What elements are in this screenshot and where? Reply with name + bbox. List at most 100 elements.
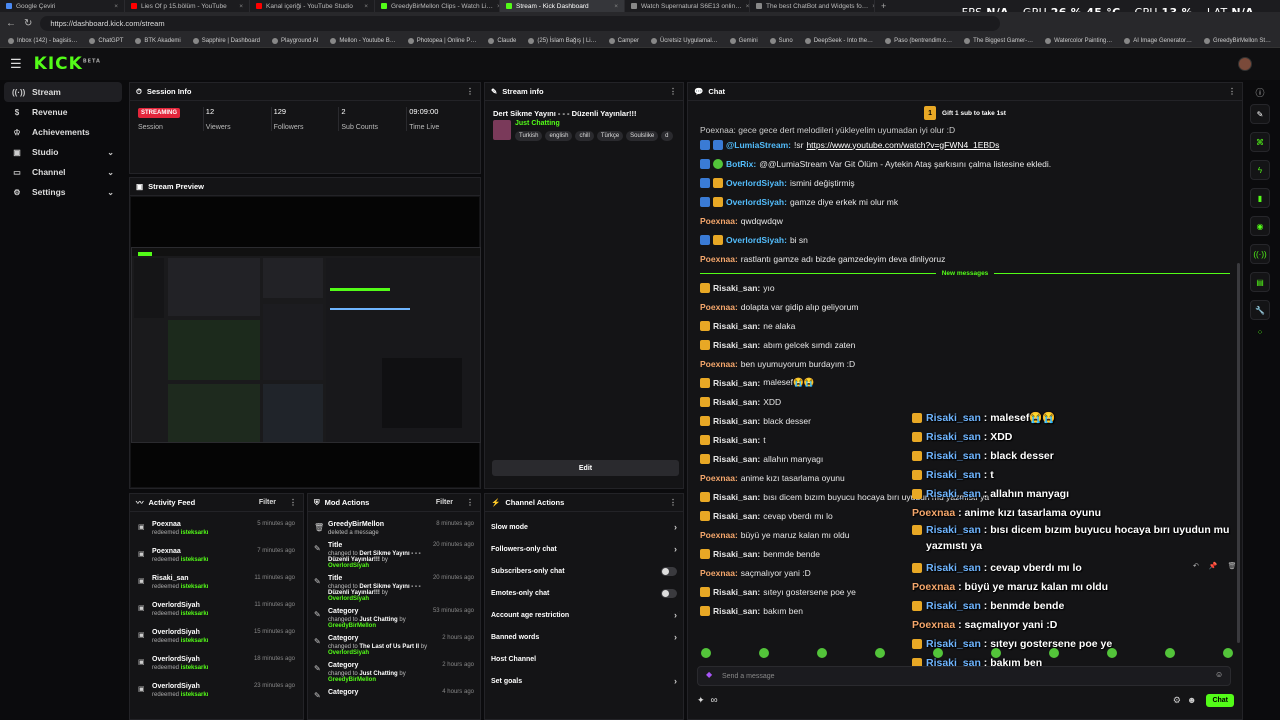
toggle-switch[interactable] xyxy=(661,566,677,576)
channel-action-host-channel[interactable]: Host Channel xyxy=(485,648,683,670)
browser-tab[interactable]: The best ChatBot and Widgets fo…× xyxy=(750,0,875,12)
activity-user[interactable]: OverlordSiyah xyxy=(152,683,208,690)
channel-action-banned-words[interactable]: Banned words › xyxy=(485,626,683,648)
gift-sub-leaderboard[interactable]: 1 Gift 1 sub to take 1st xyxy=(688,101,1242,125)
info-icon[interactable]: ⓘ xyxy=(1246,82,1274,104)
chat-message-input[interactable]: Send a message xyxy=(697,666,1231,686)
chevron-down-icon[interactable]: ⌄ xyxy=(107,168,114,177)
channel-action-emotes-only-chat[interactable]: Emotes-only chat xyxy=(485,582,683,604)
chevron-right-icon[interactable]: › xyxy=(674,544,677,554)
reload-icon[interactable]: ↻ xyxy=(24,18,32,29)
stream-tag[interactable]: Turkish xyxy=(515,131,543,141)
emote-icon[interactable] xyxy=(1165,648,1175,658)
filter-button[interactable]: Filter xyxy=(436,499,453,506)
browser-tab[interactable]: Google Çeviri × xyxy=(0,0,125,12)
edit-layout-icon[interactable]: ✎ xyxy=(1250,104,1270,124)
emote-icon[interactable] xyxy=(991,648,1001,658)
chat-link[interactable]: https://www.youtube.com/watch?v=gFWN4_1E… xyxy=(806,140,999,150)
browser-tab[interactable]: Stream - Kick Dashboard × xyxy=(500,0,625,12)
bookmark-item[interactable]: Gemini xyxy=(729,37,758,44)
more-options-icon[interactable]: ⋮ xyxy=(466,87,474,96)
close-icon[interactable]: × xyxy=(614,3,618,10)
stream-tag[interactable]: Türkçe xyxy=(596,131,624,141)
bookmark-item[interactable]: BTK Akademi xyxy=(135,37,181,44)
chat-username[interactable]: Risaki_san: xyxy=(713,435,760,445)
edit-stream-button[interactable]: Edit xyxy=(492,460,679,476)
chat-username[interactable]: Risaki_san: xyxy=(713,511,760,521)
emote-icon[interactable] xyxy=(759,648,769,658)
mod-user[interactable]: GreedyBirMellon xyxy=(328,623,376,629)
channel-action-set-goals[interactable]: Set goals › xyxy=(485,670,683,692)
chat-username[interactable]: Risaki_san: xyxy=(713,321,760,331)
sidebar-item-studio[interactable]: ▣ Studio ⌄ xyxy=(4,142,122,162)
channel-action-followers-only-chat[interactable]: Followers-only chat › xyxy=(485,538,683,560)
emote-icon[interactable]: ☻ xyxy=(1187,695,1196,705)
bookmark-item[interactable]: Inbox (142) - bagisis… xyxy=(8,37,77,44)
emote-icon[interactable] xyxy=(1049,648,1059,658)
bookmark-item[interactable]: ChatGPT xyxy=(89,37,123,44)
chevron-right-icon[interactable]: › xyxy=(674,632,677,642)
browser-tab[interactable]: Watch Supernatural S6E13 onlin… × xyxy=(625,0,750,12)
new-tab-button[interactable]: + xyxy=(875,1,892,11)
sidebar-item-settings[interactable]: ⚙ Settings ⌄ xyxy=(4,182,122,202)
close-icon[interactable]: × xyxy=(746,3,749,10)
chat-username[interactable]: @LumiaStream: xyxy=(726,140,791,150)
chevron-down-icon[interactable]: ⌄ xyxy=(107,148,114,157)
stream-tag[interactable]: english xyxy=(545,131,573,141)
filter-button[interactable]: Filter xyxy=(259,499,276,506)
chevron-right-icon[interactable]: › xyxy=(674,522,677,532)
chat-username[interactable]: OverlordSiyah: xyxy=(726,197,787,207)
sidebar-item-channel[interactable]: ▭ Channel ⌄ xyxy=(4,162,122,182)
emoji-icon[interactable]: ☺ xyxy=(1215,670,1223,679)
more-options-icon[interactable]: ⋮ xyxy=(466,498,474,507)
activity-user[interactable]: Poexnaa xyxy=(152,521,208,528)
chevron-right-icon[interactable]: › xyxy=(674,676,677,686)
lightning-rail-icon[interactable]: ϟ xyxy=(1250,160,1270,180)
points-icon[interactable]: ✦ xyxy=(697,695,705,706)
chat-username[interactable]: Risaki_san: xyxy=(713,340,760,350)
bookmark-item[interactable]: Watercolor Painting… xyxy=(1045,37,1112,44)
sidebar-item-stream[interactable]: ((·)) Stream xyxy=(4,82,122,102)
emote-icon[interactable] xyxy=(817,648,827,658)
chat-username[interactable]: Risaki_san: xyxy=(713,587,760,597)
category-name[interactable]: Just Chatting xyxy=(515,120,673,127)
chevron-right-icon[interactable]: › xyxy=(674,610,677,620)
bookmark-item[interactable]: DeepSeek - Into the… xyxy=(804,37,873,44)
preview-video[interactable] xyxy=(131,197,481,487)
trash-rail-icon[interactable]: ▮ xyxy=(1250,188,1270,208)
chat-settings-gear-icon[interactable]: ⚙ xyxy=(1173,695,1181,706)
bookmark-item[interactable]: Paso (bentrendim.c… xyxy=(885,37,952,44)
chat-username[interactable]: Poexnaa: xyxy=(700,302,738,312)
more-options-icon[interactable]: ⋮ xyxy=(669,87,677,96)
chat-username[interactable]: Risaki_san: xyxy=(713,549,760,559)
widget-1-icon[interactable]: ⌘ xyxy=(1250,132,1270,152)
activity-user[interactable]: Poexnaa xyxy=(152,548,208,555)
wrench-rail-icon[interactable]: 🔧 xyxy=(1250,300,1270,320)
chat-username[interactable]: OverlordSiyah: xyxy=(726,235,787,245)
bookmark-item[interactable]: Suno xyxy=(769,37,793,44)
toggle-switch[interactable] xyxy=(661,588,677,598)
chat-username[interactable]: Poexnaa: xyxy=(700,254,738,264)
activity-user[interactable]: Risaki_san xyxy=(152,575,208,582)
chat-username[interactable]: Risaki_san: xyxy=(713,416,760,426)
emote-picker-icon[interactable]: ◆ xyxy=(706,670,712,679)
chat-username[interactable]: Poexnaa: xyxy=(700,359,738,369)
mod-user[interactable]: OverlordSiyah xyxy=(328,563,369,569)
send-chat-button[interactable]: Chat xyxy=(1206,693,1234,707)
bookmark-item[interactable]: The Biggest Gamer-… xyxy=(964,37,1033,44)
chat-username[interactable]: BotRix: xyxy=(726,159,756,169)
emote-icon[interactable] xyxy=(875,648,885,658)
browser-tab[interactable]: GreedyBirMellon Clips - Watch Li…× xyxy=(375,0,500,12)
chat-username[interactable]: Poexnaa: xyxy=(700,473,738,483)
sidebar-item-revenue[interactable]: $ Revenue xyxy=(4,102,122,122)
mod-user[interactable]: GreedyBirMellon xyxy=(328,677,376,683)
emote-icon[interactable] xyxy=(701,648,711,658)
bookmark-item[interactable]: GreedyBirMellon St… xyxy=(1203,37,1271,44)
close-icon[interactable]: × xyxy=(364,3,368,10)
bookmark-item[interactable]: Mellon - Youtube B… xyxy=(330,37,396,44)
bookmark-item[interactable]: Claude xyxy=(488,37,516,44)
chevron-down-icon[interactable]: ⌄ xyxy=(107,188,114,197)
chat-username[interactable]: Poexnaa: xyxy=(700,568,738,578)
bookmark-item[interactable]: Camper xyxy=(608,37,639,44)
save-rail-icon[interactable]: ▤ xyxy=(1250,272,1270,292)
